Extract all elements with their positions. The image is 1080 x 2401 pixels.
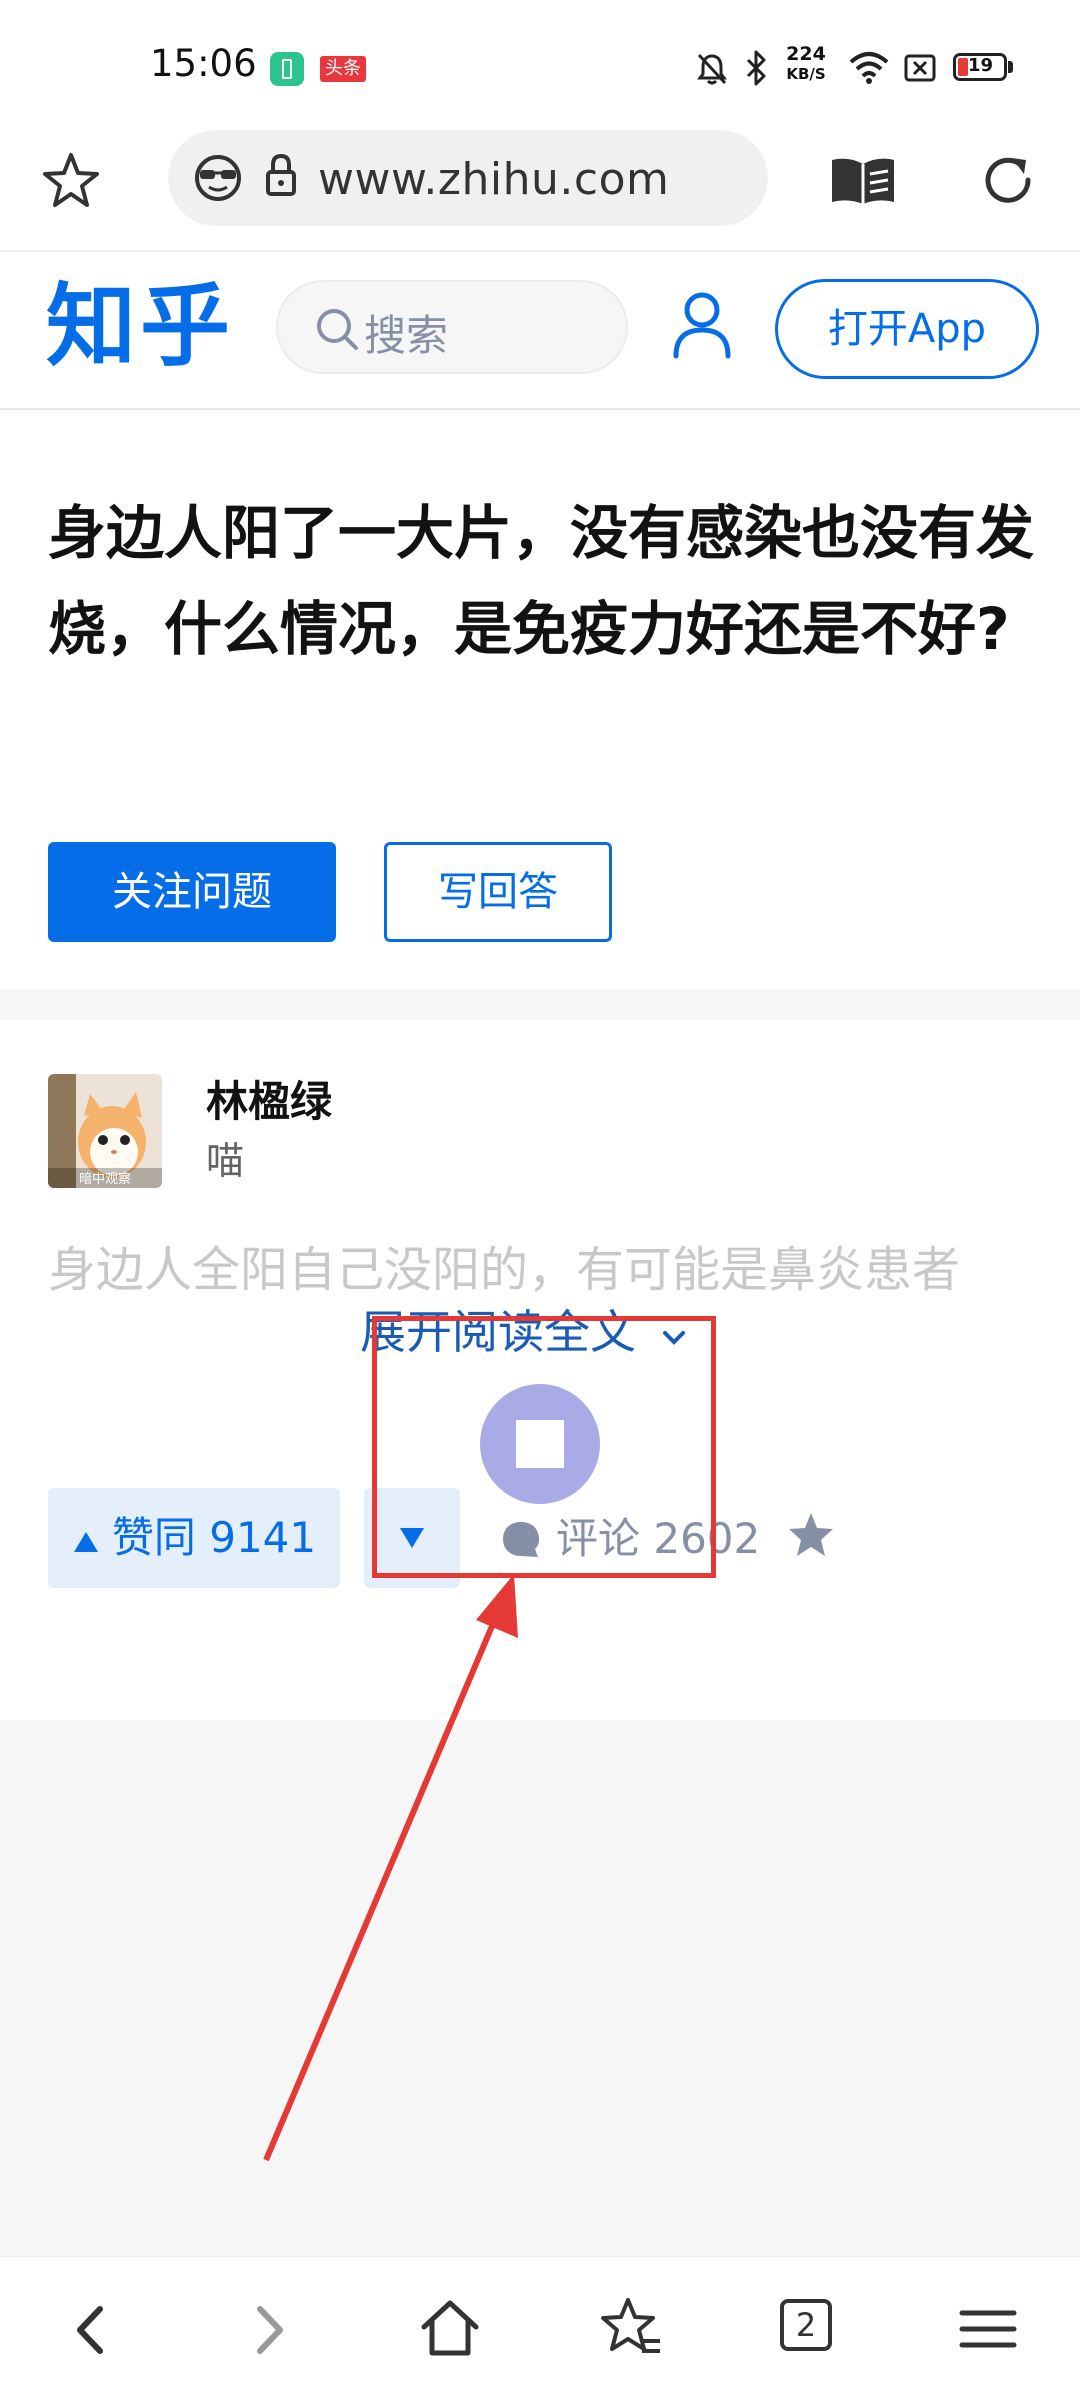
network-speed: 224 KB/S (782, 44, 830, 84)
question-card: 身边人阳了一大片，没有感染也没有发烧，什么情况，是免疫力好还是不好? 关注问题 … (0, 410, 1080, 990)
tabs-button[interactable]: 2 (750, 2257, 870, 2401)
annotation-arrow (263, 1574, 518, 2162)
open-app-button[interactable]: 打开App (775, 279, 1039, 379)
search-input[interactable]: 搜索 (276, 280, 628, 374)
follow-question-button[interactable]: 关注问题 (48, 842, 336, 942)
address-bar[interactable]: www.zhihu.com (168, 130, 768, 226)
triangle-up-icon (73, 1532, 98, 1552)
user-profile-icon[interactable] (672, 290, 732, 360)
browser-toolbar: www.zhihu.com (0, 120, 1080, 252)
back-arrow-icon (77, 2306, 103, 2354)
search-icon (317, 309, 358, 350)
network-speed-value: 224 (786, 43, 826, 65)
avatar[interactable]: 暗中观察 (48, 1074, 162, 1188)
cat-avatar-image: 暗中观察 (48, 1074, 162, 1188)
avatar-caption: 暗中观察 (79, 1172, 131, 1187)
favorite-star-icon[interactable] (786, 1510, 836, 1560)
battery-app-notification-icon (270, 52, 304, 86)
forward-button[interactable] (210, 2257, 330, 2401)
mute-bell-icon (697, 53, 727, 85)
answer-excerpt[interactable]: 身边人全阳自己没阳的，有可能是鼻炎患者 (48, 1230, 1048, 1300)
author-bio: 喵 (206, 1139, 245, 1183)
reload-icon[interactable] (978, 150, 1038, 210)
network-speed-unit: KB/S (786, 65, 826, 83)
hamburger-menu-icon (959, 2310, 1017, 2348)
question-title[interactable]: 身边人阳了一大片，没有感染也没有发烧，什么情况，是免疫力好还是不好? (48, 485, 1038, 677)
lock-icon (266, 153, 296, 196)
url-text[interactable]: www.zhihu.com (318, 154, 669, 205)
battery-level: 19 (968, 55, 994, 76)
tab-count-icon: 2 (780, 2299, 832, 2351)
upvote-label: 赞同 9141 (111, 1513, 317, 1562)
back-button[interactable] (30, 2257, 150, 2401)
privacy-mode-icon[interactable] (192, 154, 244, 202)
home-button[interactable] (390, 2257, 510, 2401)
no-sim-icon (904, 54, 936, 82)
zhihu-logo[interactable]: 知乎 (46, 277, 234, 377)
annotation-highlight-box (372, 1316, 716, 1578)
search-placeholder: 搜索 (364, 311, 449, 360)
bookmark-star-icon[interactable] (40, 150, 102, 212)
menu-button[interactable] (930, 2257, 1050, 2401)
bluetooth-icon (746, 50, 766, 86)
news-app-notification-icon: 头条 (320, 56, 366, 82)
status-bar: 15:06 头条 224 KB/S 19 (0, 0, 1080, 120)
forward-arrow-icon (257, 2306, 283, 2354)
wifi-icon (849, 52, 889, 84)
author-name[interactable]: 林楹绿 (206, 1068, 332, 1129)
home-icon (421, 2300, 479, 2356)
status-time: 15:06 (150, 42, 257, 85)
bookmarks-button[interactable] (570, 2257, 690, 2401)
battery-icon: 19 (953, 53, 1007, 81)
bookmark-list-star-icon (601, 2298, 660, 2353)
browser-bottom-nav: 2 (0, 2256, 1080, 2401)
reader-mode-book-icon[interactable] (828, 154, 898, 208)
write-answer-button[interactable]: 写回答 (384, 842, 612, 942)
site-header: 知乎 搜索 打开App (0, 252, 1080, 410)
battery-tip (1008, 61, 1013, 73)
